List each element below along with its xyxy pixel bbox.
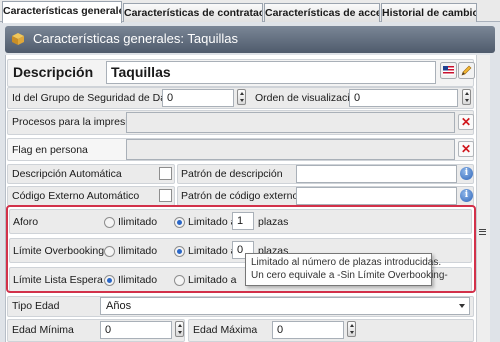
codigo-auto-label: Código Externo Automático xyxy=(12,190,140,202)
edad-min-input[interactable]: 0 xyxy=(100,321,172,339)
descripcion-label: Descripción xyxy=(13,64,94,80)
splitter-grip-icon[interactable] xyxy=(479,229,486,235)
patron-desc-info-icon[interactable]: i xyxy=(460,167,473,180)
procesos-delete-icon[interactable]: ✕ xyxy=(458,114,474,130)
tab-caracteristicas-acceso[interactable]: Características de acceso xyxy=(264,3,380,22)
tooltip-line-2: Un cero equivale a -Sin Límite Overbooki… xyxy=(251,270,448,281)
edad-min-label: Edad Mínima xyxy=(12,324,74,336)
flag-delete-icon[interactable]: ✕ xyxy=(458,141,474,157)
tipo-edad-select[interactable]: Años xyxy=(100,297,470,315)
orden-spinner[interactable] xyxy=(462,89,471,105)
desc-auto-label: Descripción Automática xyxy=(12,168,122,180)
flag-label: Flag en persona xyxy=(12,144,88,156)
procesos-input[interactable] xyxy=(126,112,455,133)
tab-caracteristicas-contratacion[interactable]: Características de contratació... xyxy=(123,3,263,22)
edad-max-spinner[interactable] xyxy=(347,321,356,337)
edad-min-spinner[interactable] xyxy=(175,321,184,337)
cube-icon xyxy=(12,33,24,45)
chevron-down-icon xyxy=(459,304,465,308)
edad-max-label: Edad Máxima xyxy=(193,324,258,336)
procesos-label: Procesos para la impresión xyxy=(12,116,140,128)
pencil-icon[interactable] xyxy=(458,62,475,79)
tipo-edad-value: Años xyxy=(106,300,132,312)
patron-codigo-info-icon[interactable]: i xyxy=(460,189,473,202)
grupo-seguridad-label: Id del Grupo de Seguridad de Datos xyxy=(12,92,181,104)
patron-desc-input[interactable] xyxy=(296,165,457,183)
grupo-seguridad-input[interactable]: 0 xyxy=(162,89,234,107)
orden-label: Orden de visualización xyxy=(255,92,362,104)
codigo-auto-checkbox[interactable] xyxy=(159,189,172,202)
edad-max-input[interactable]: 0 xyxy=(272,321,344,339)
desc-auto-checkbox[interactable] xyxy=(159,167,172,180)
descripcion-input[interactable]: Taquillas xyxy=(106,61,436,84)
tooltip-line-1: Limitado al número de plazas introducida… xyxy=(251,257,442,268)
patron-codigo-label: Patrón de código externo xyxy=(181,190,299,202)
flag-icon[interactable] xyxy=(440,62,457,79)
patron-desc-label: Patrón de descripción xyxy=(181,168,283,180)
tab-historial-cambios[interactable]: Historial de cambios xyxy=(381,3,477,22)
flag-input[interactable] xyxy=(126,139,455,160)
tab-caracteristicas-generales[interactable]: Características generales xyxy=(2,1,122,23)
page-title: Características generales: Taquillas xyxy=(33,31,238,46)
orden-input[interactable]: 0 xyxy=(349,89,458,107)
tipo-edad-label: Tipo Edad xyxy=(12,300,60,312)
vertical-scrollbar[interactable] xyxy=(476,55,490,342)
grupo-seguridad-spinner[interactable] xyxy=(237,89,246,105)
section-header: Características generales: Taquillas xyxy=(5,26,495,53)
patron-codigo-input[interactable] xyxy=(296,187,457,205)
tab-bar: Características generales Característica… xyxy=(0,0,500,23)
overbooking-tooltip: Limitado al número de plazas introducida… xyxy=(245,253,448,286)
